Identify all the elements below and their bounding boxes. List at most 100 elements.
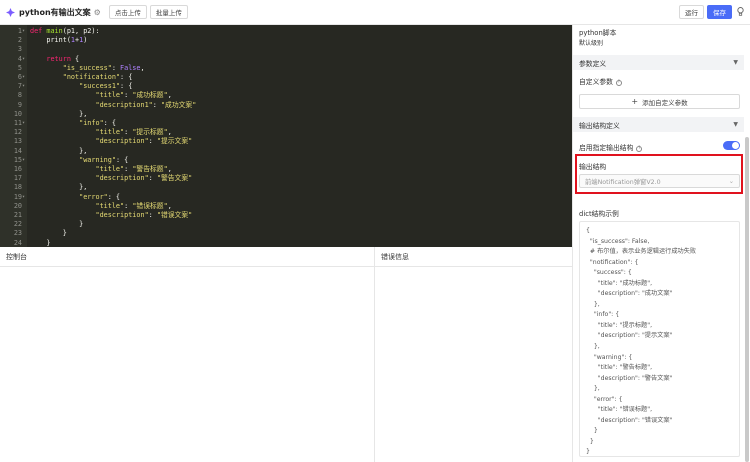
code-line[interactable]: 18 },	[0, 183, 572, 192]
enable-output-toggle[interactable]	[723, 141, 740, 150]
code-line[interactable]: 21 "description": "错误文案"	[0, 211, 572, 220]
fold-toggle-icon[interactable]: ▾	[22, 55, 27, 64]
line-number: 18	[13, 183, 22, 192]
code-line[interactable]: 22 }	[0, 220, 572, 229]
code-text: "title": "提示标题",	[30, 128, 172, 137]
output-section-title: 输出结构定义	[579, 121, 620, 130]
code-text: return {	[30, 54, 80, 63]
code-text: },	[30, 183, 88, 192]
code-line[interactable]: 13 "description": "提示文案"	[0, 137, 572, 146]
code-text: def main(p1, p2):	[30, 27, 100, 35]
output-section-header[interactable]: 输出结构定义 ▼	[573, 117, 744, 132]
line-number: 10	[13, 109, 22, 118]
code-text: "success1": {	[30, 82, 133, 91]
code-line[interactable]: 6 ▾ "notification": {	[0, 73, 572, 82]
dict-example-line: }	[586, 437, 594, 445]
info-icon: ?	[636, 146, 643, 152]
line-number: 7	[17, 82, 22, 91]
save-button[interactable]: 保存	[707, 5, 732, 19]
fold-toggle-icon[interactable]: ▾	[22, 73, 27, 82]
run-button[interactable]: 运行	[679, 5, 704, 19]
fold-toggle-icon[interactable]: ▾	[22, 156, 27, 165]
line-number: 12	[13, 128, 22, 137]
code-text: "description": "错误文案"	[30, 211, 193, 219]
error-title: 错误信息	[375, 247, 572, 267]
dict-example-line: }	[586, 427, 598, 435]
dict-example-line: "notification": {	[586, 258, 639, 266]
custom-params-label: 自定义参数?	[579, 76, 622, 86]
code-line[interactable]: 17 "description": "警告文案"	[0, 174, 572, 183]
code-line[interactable]: 5 "is_success": False,	[0, 64, 572, 73]
fold-toggle-icon[interactable]: ▾	[22, 119, 27, 128]
code-line[interactable]: 2 print(1+1)	[0, 36, 572, 45]
dict-example-line: "description": "提示文案"	[586, 332, 673, 340]
dict-example-line: },	[586, 385, 600, 393]
python-app-icon	[6, 7, 15, 17]
click-upload-button[interactable]: 点击上传	[108, 5, 147, 19]
add-param-label: 添加自定义参数	[642, 98, 688, 107]
line-number: 13	[13, 137, 22, 146]
output-struct-value: 前端Notification弹窗V2.0	[585, 178, 661, 186]
code-line[interactable]: 15 ▾ "warning": {	[0, 156, 572, 165]
console-panel: 控制台	[0, 247, 375, 462]
code-text: }	[30, 229, 67, 238]
code-line[interactable]: 16 "title": "警告标题",	[0, 165, 572, 174]
code-line[interactable]: 24 }	[0, 239, 572, 247]
batch-upload-button[interactable]: 批量上传	[149, 5, 188, 19]
output-struct-select[interactable]: 前端Notification弹窗V2.0 ⌄	[579, 174, 740, 188]
code-text: "description": "提示文案"	[30, 137, 193, 146]
fold-toggle-icon[interactable]: ▾	[22, 82, 27, 91]
code-text: "info": {	[30, 119, 116, 127]
line-number: 2	[17, 36, 22, 45]
params-section-header[interactable]: 参数定义 ▼	[573, 55, 744, 70]
dict-example-line: "title": "成功标题",	[586, 279, 653, 287]
code-line[interactable]: 4 ▾ return {	[0, 55, 572, 64]
code-line[interactable]: 9 "description1": "成功文案"	[0, 101, 572, 110]
line-number: 6	[17, 73, 22, 81]
custom-params-text: 自定义参数	[579, 78, 613, 86]
code-line[interactable]: 7 ▾ "success1": {	[0, 82, 572, 91]
line-number: 16	[13, 165, 22, 173]
dict-example-line: },	[586, 300, 600, 308]
code-editor[interactable]: 1 ▾ def main(p1, p2): 2 print(1+1) 3 4 ▾ retur…	[0, 25, 572, 247]
info-icon: ?	[615, 80, 622, 86]
settings-gear-icon[interactable]: ⚙	[94, 8, 101, 17]
code-text: },	[30, 109, 88, 118]
code-line[interactable]: 3	[0, 45, 572, 54]
code-line[interactable]: 12 "title": "提示标题",	[0, 128, 572, 137]
enable-output-label: 启用指定输出结构?	[579, 142, 643, 152]
code-text: "title": "成功标题",	[30, 91, 172, 100]
page-title: python有输出文案	[19, 7, 91, 17]
lightbulb-icon[interactable]	[737, 6, 744, 18]
dict-example-line: "error": {	[586, 395, 623, 403]
dict-example-line: },	[586, 343, 600, 351]
code-line[interactable]: 10 },	[0, 110, 572, 119]
code-line[interactable]: 1 ▾ def main(p1, p2):	[0, 27, 572, 36]
code-line[interactable]: 20 "title": "错误标题",	[0, 202, 572, 211]
line-number: 15	[13, 155, 22, 164]
code-line[interactable]: 8 "title": "成功标题",	[0, 91, 572, 100]
script-subtitle: 默认级别	[579, 40, 604, 47]
code-line[interactable]: 19 ▾ "error": {	[0, 193, 572, 202]
add-param-button[interactable]: + 添加自定义参数	[579, 94, 740, 109]
code-text: "error": {	[30, 192, 121, 201]
line-number: 9	[17, 100, 22, 109]
fold-toggle-icon[interactable]: ▾	[22, 193, 27, 202]
line-number: 14	[13, 146, 22, 155]
dict-example-line: {	[586, 227, 590, 234]
code-text: print(1+1)	[30, 36, 88, 45]
fold-toggle-icon[interactable]: ▾	[22, 27, 27, 36]
line-number: 4	[17, 54, 22, 63]
dict-example-line: "success": {	[586, 269, 632, 277]
line-number: 3	[17, 45, 22, 54]
line-number: 11	[13, 119, 22, 127]
code-line[interactable]: 11 ▾ "info": {	[0, 119, 572, 128]
dict-example-line: "title": "警告标题",	[586, 364, 653, 372]
panel-scrollbar[interactable]	[745, 137, 749, 462]
enable-output-text: 启用指定输出结构	[579, 144, 634, 152]
code-line[interactable]: 23 }	[0, 229, 572, 238]
plus-icon: +	[631, 97, 639, 106]
code-text: "warning": {	[30, 155, 129, 164]
code-line[interactable]: 14 },	[0, 147, 572, 156]
dict-example-line: "is_success": False,	[586, 237, 650, 245]
